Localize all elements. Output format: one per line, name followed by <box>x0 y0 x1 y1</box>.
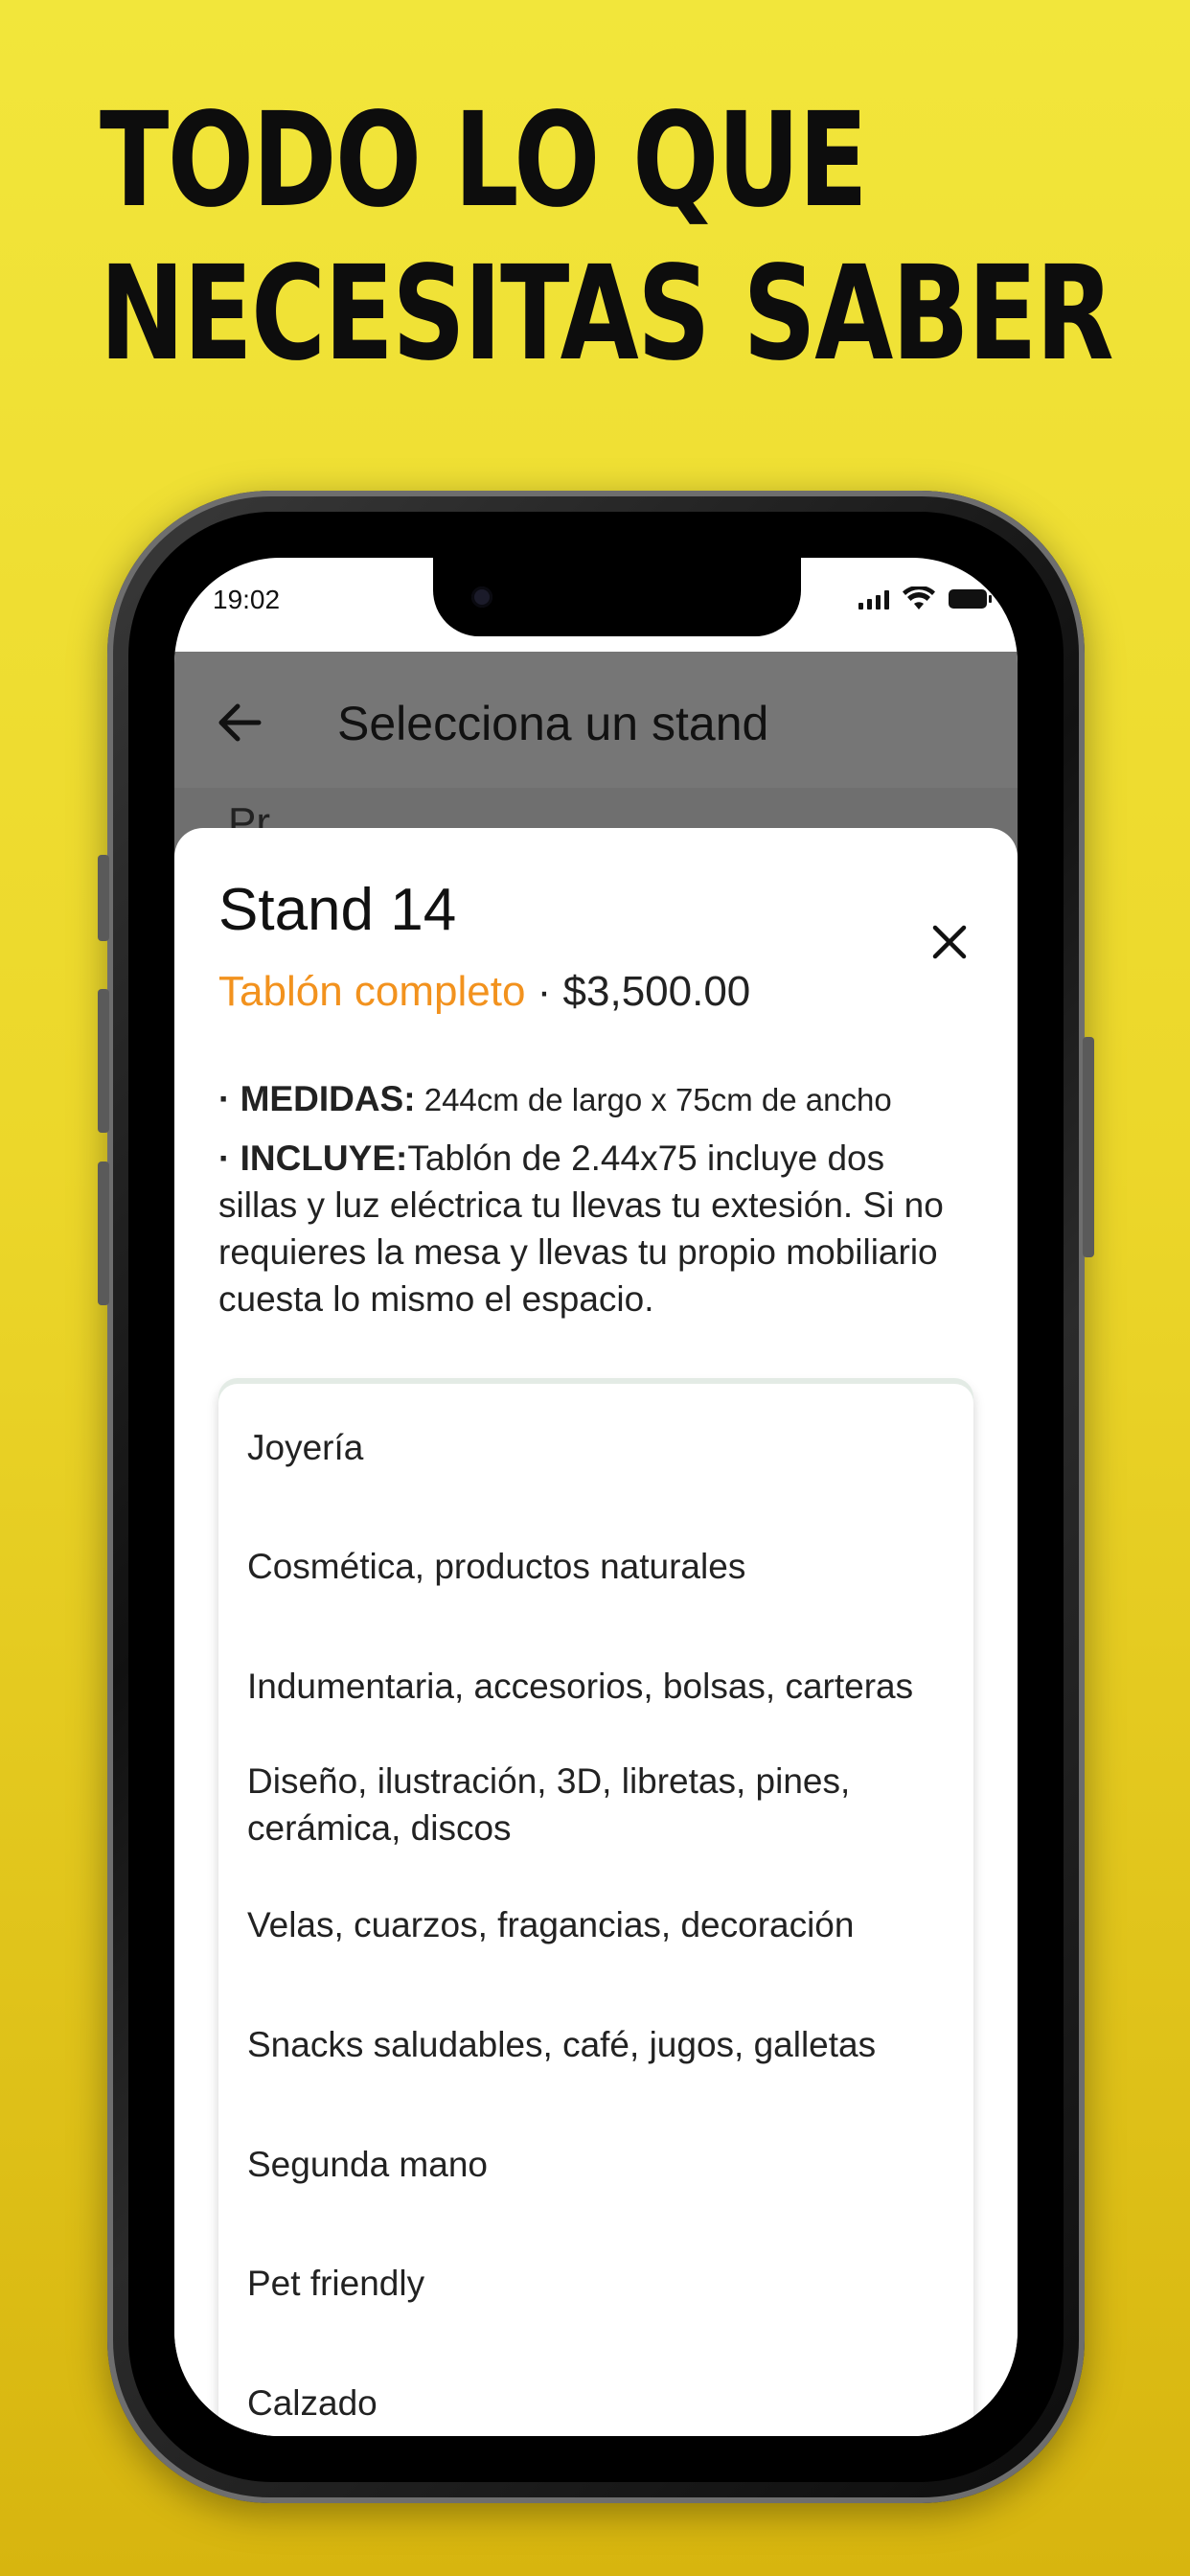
category-option[interactable]: Calzado <box>247 2380 935 2426</box>
incluye-line: · INCLUYE:Tablón de 2.44x75 incluye dos … <box>218 1135 960 1322</box>
medidas-value: 244cm de largo x 75cm de ancho <box>415 1082 892 1117</box>
category-option[interactable]: Joyería <box>247 1424 935 1471</box>
front-camera-icon <box>471 586 492 608</box>
category-option[interactable]: Segunda mano <box>247 2141 935 2188</box>
status-icons <box>858 586 992 611</box>
headline: TODO LO QUE NECESITAS SABER <box>100 84 1114 391</box>
stand-type: Tablón completo <box>218 968 526 1015</box>
close-icon[interactable] <box>929 922 970 962</box>
category-option[interactable]: Velas, cuarzos, fragancias, decoración <box>247 1901 935 1948</box>
phone-screen: 19:02 Selecciona un stand Pr Stand 14 Ta… <box>174 558 1018 2436</box>
status-time: 19:02 <box>213 585 281 614</box>
power-button <box>1083 1037 1094 1257</box>
category-option[interactable]: Pet friendly <box>247 2260 935 2307</box>
volume-down-button <box>98 1162 109 1305</box>
battery-icon <box>949 589 992 609</box>
category-option[interactable]: Cosmética, productos naturales <box>247 1543 935 1590</box>
phone-bezel: 19:02 Selecciona un stand Pr Stand 14 Ta… <box>128 512 1064 2482</box>
signal-icon <box>858 588 889 610</box>
app-bar-title: Selecciona un stand <box>337 697 769 750</box>
category-option[interactable]: Snacks saludables, café, jugos, galletas <box>247 2021 935 2068</box>
category-option[interactable]: Indumentaria, accesorios, bolsas, carter… <box>247 1663 935 1710</box>
stand-price: $3,500.00 <box>562 968 751 1015</box>
phone-frame: 19:02 Selecciona un stand Pr Stand 14 Ta… <box>98 491 1094 2503</box>
headline-line-2: NECESITAS SABER <box>100 239 1114 390</box>
mute-switch <box>98 855 109 941</box>
headline-line-1: TODO LO QUE <box>100 85 868 237</box>
app-bar: Selecciona un stand <box>174 652 1018 788</box>
wifi-icon <box>903 586 935 610</box>
notch <box>433 558 801 636</box>
volume-up-button <box>98 989 109 1133</box>
stand-title: Stand 14 <box>218 877 457 943</box>
stand-description: · MEDIDAS: 244cm de largo x 75cm de anch… <box>218 1075 960 1334</box>
stand-detail-sheet: Stand 14 Tablón completo · $3,500.00 · M… <box>174 828 1018 2436</box>
category-dropdown: Joyería Cosmética, productos naturales I… <box>218 1384 973 2436</box>
back-arrow-icon[interactable] <box>211 694 268 751</box>
price-separator: · <box>525 968 563 1015</box>
medidas-line: · MEDIDAS: 244cm de largo x 75cm de anch… <box>218 1075 960 1123</box>
incluye-label: · INCLUYE: <box>218 1138 408 1178</box>
medidas-label: · MEDIDAS: <box>218 1079 416 1118</box>
stand-price-line: Tablón completo · $3,500.00 <box>218 968 750 1016</box>
category-option[interactable]: Diseño, ilustración, 3D, libretas, pines… <box>247 1758 935 1852</box>
